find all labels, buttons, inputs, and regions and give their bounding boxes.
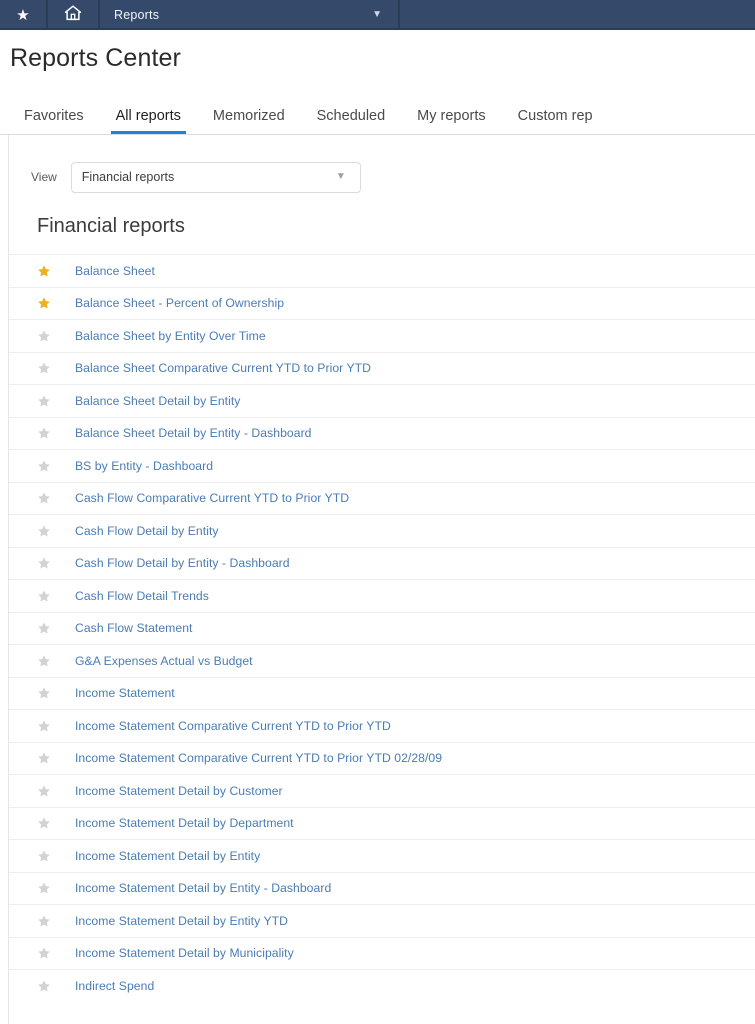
report-name-link[interactable]: Balance Sheet bbox=[75, 264, 155, 278]
star-outline-icon[interactable] bbox=[37, 459, 51, 473]
chevron-down-icon: ▼ bbox=[372, 9, 382, 20]
report-row[interactable]: Income Statement Detail by Municipality bbox=[9, 936, 755, 970]
app-top-bar: ★ Reports ▼ bbox=[0, 0, 755, 30]
report-name-link[interactable]: Income Statement Detail by Entity YTD bbox=[75, 914, 288, 928]
star-outline-icon[interactable] bbox=[37, 719, 51, 733]
report-row[interactable]: Balance Sheet bbox=[9, 254, 755, 287]
report-name-link[interactable]: G&A Expenses Actual vs Budget bbox=[75, 654, 253, 668]
view-filter-label: View bbox=[31, 170, 57, 184]
star-outline-icon[interactable] bbox=[37, 361, 51, 375]
star-outline-icon[interactable] bbox=[37, 426, 51, 440]
report-name-link[interactable]: Balance Sheet by Entity Over Time bbox=[75, 329, 266, 343]
content-panel: View Financial reports ▼ Financial repor… bbox=[8, 135, 755, 1024]
star-outline-icon[interactable] bbox=[37, 491, 51, 505]
report-name-link[interactable]: Cash Flow Comparative Current YTD to Pri… bbox=[75, 491, 349, 505]
report-row[interactable]: Income Statement Detail by Entity bbox=[9, 839, 755, 872]
tab-custom-reports[interactable]: Custom rep bbox=[502, 108, 609, 135]
star-outline-icon[interactable] bbox=[37, 589, 51, 603]
report-name-link[interactable]: Income Statement Detail by Customer bbox=[75, 784, 283, 798]
star-outline-icon[interactable] bbox=[37, 914, 51, 928]
report-row[interactable]: Income Statement Detail by Entity YTD bbox=[9, 904, 755, 937]
view-filter-select[interactable]: Financial reports ▼ bbox=[70, 161, 361, 193]
report-row[interactable]: Income Statement bbox=[9, 676, 755, 710]
star-outline-icon[interactable] bbox=[37, 621, 51, 635]
star-outline-icon[interactable] bbox=[37, 654, 51, 668]
tab-my-reports[interactable]: My reports bbox=[401, 108, 502, 135]
module-label: Reports bbox=[114, 8, 160, 22]
tab-memorized[interactable]: Memorized bbox=[197, 108, 301, 135]
star-outline-icon[interactable] bbox=[37, 556, 51, 570]
report-row[interactable]: Income Statement Comparative Current YTD… bbox=[9, 741, 755, 775]
report-name-link[interactable]: BS by Entity - Dashboard bbox=[75, 459, 213, 473]
module-selector[interactable]: Reports ▼ bbox=[100, 0, 400, 30]
report-name-link[interactable]: Income Statement Detail by Municipality bbox=[75, 946, 294, 960]
report-name-link[interactable]: Balance Sheet - Percent of Ownership bbox=[75, 296, 284, 310]
report-name-link[interactable]: Income Statement Comparative Current YTD… bbox=[75, 751, 442, 765]
report-row[interactable]: Balance Sheet Comparative Current YTD to… bbox=[9, 351, 755, 385]
favorites-nav-button[interactable]: ★ bbox=[0, 0, 48, 30]
report-row[interactable]: Balance Sheet by Entity Over Time bbox=[9, 319, 755, 352]
app-bar-spacer bbox=[400, 0, 755, 30]
report-name-link[interactable]: Cash Flow Statement bbox=[75, 621, 192, 635]
report-name-link[interactable]: Income Statement Detail by Department bbox=[75, 816, 294, 830]
tab-scheduled[interactable]: Scheduled bbox=[301, 108, 402, 135]
tab-bar: Favorites All reports Memorized Schedule… bbox=[0, 88, 755, 135]
report-row[interactable]: Balance Sheet Detail by Entity bbox=[9, 384, 755, 417]
report-row[interactable]: Indirect Spend bbox=[9, 969, 755, 1002]
report-name-link[interactable]: Balance Sheet Comparative Current YTD to… bbox=[75, 361, 371, 375]
report-row[interactable]: G&A Expenses Actual vs Budget bbox=[9, 644, 755, 677]
home-nav-button[interactable] bbox=[48, 0, 100, 30]
report-row[interactable]: Income Statement Comparative Current YTD… bbox=[9, 709, 755, 742]
home-icon bbox=[64, 4, 82, 26]
view-filter-selected-value: Financial reports bbox=[81, 170, 175, 184]
section-title: Financial reports bbox=[37, 215, 185, 237]
report-row[interactable]: Cash Flow Detail Trends bbox=[9, 579, 755, 612]
star-outline-icon[interactable] bbox=[37, 329, 51, 343]
report-row[interactable]: Balance Sheet Detail by Entity - Dashboa… bbox=[9, 416, 755, 450]
tab-all-reports[interactable]: All reports bbox=[100, 108, 197, 135]
report-name-link[interactable]: Cash Flow Detail Trends bbox=[75, 589, 209, 603]
tab-favorites[interactable]: Favorites bbox=[8, 108, 100, 135]
star-outline-icon[interactable] bbox=[37, 979, 51, 993]
report-row[interactable]: Income Statement Detail by Customer bbox=[9, 774, 755, 807]
star-outline-icon[interactable] bbox=[37, 946, 51, 960]
report-name-link[interactable]: Income Statement Detail by Entity bbox=[75, 849, 260, 863]
star-outline-icon[interactable] bbox=[37, 849, 51, 863]
report-row[interactable]: Cash Flow Detail by Entity bbox=[9, 514, 755, 547]
report-row[interactable]: Cash Flow Statement bbox=[9, 611, 755, 645]
star-outline-icon[interactable] bbox=[37, 394, 51, 408]
report-name-link[interactable]: Balance Sheet Detail by Entity - Dashboa… bbox=[75, 426, 312, 440]
report-name-link[interactable]: Income Statement Detail by Entity - Dash… bbox=[75, 881, 331, 895]
report-row[interactable]: Cash Flow Comparative Current YTD to Pri… bbox=[9, 481, 755, 515]
report-row[interactable]: Balance Sheet - Percent of Ownership bbox=[9, 286, 755, 320]
star-outline-icon[interactable] bbox=[37, 881, 51, 895]
star-filled-icon[interactable] bbox=[37, 296, 51, 310]
report-row[interactable]: Cash Flow Detail by Entity - Dashboard bbox=[9, 546, 755, 580]
star-outline-icon[interactable] bbox=[37, 686, 51, 700]
star-outline-icon[interactable] bbox=[37, 751, 51, 765]
report-name-link[interactable]: Cash Flow Detail by Entity bbox=[75, 524, 219, 538]
report-row[interactable]: Income Statement Detail by Entity - Dash… bbox=[9, 871, 755, 905]
chevron-down-icon: ▼ bbox=[335, 171, 346, 182]
page-title: Reports Center bbox=[10, 44, 181, 72]
report-row[interactable]: Income Statement Detail by Department bbox=[9, 806, 755, 840]
star-outline-icon[interactable] bbox=[37, 784, 51, 798]
star-outline-icon[interactable] bbox=[37, 524, 51, 538]
report-name-link[interactable]: Income Statement bbox=[75, 686, 175, 700]
page-title-bar: Reports Center bbox=[0, 30, 755, 88]
report-name-link[interactable]: Balance Sheet Detail by Entity bbox=[75, 394, 240, 408]
report-name-link[interactable]: Income Statement Comparative Current YTD… bbox=[75, 719, 391, 733]
view-filter-row: View Financial reports ▼ bbox=[9, 135, 755, 197]
report-name-link[interactable]: Indirect Spend bbox=[75, 979, 154, 993]
star-icon: ★ bbox=[16, 6, 30, 24]
report-list: Balance Sheet Balance Sheet - Percent of … bbox=[9, 254, 755, 1002]
star-filled-icon[interactable] bbox=[37, 264, 51, 278]
report-row[interactable]: BS by Entity - Dashboard bbox=[9, 449, 755, 482]
report-name-link[interactable]: Cash Flow Detail by Entity - Dashboard bbox=[75, 556, 290, 570]
star-outline-icon[interactable] bbox=[37, 816, 51, 830]
